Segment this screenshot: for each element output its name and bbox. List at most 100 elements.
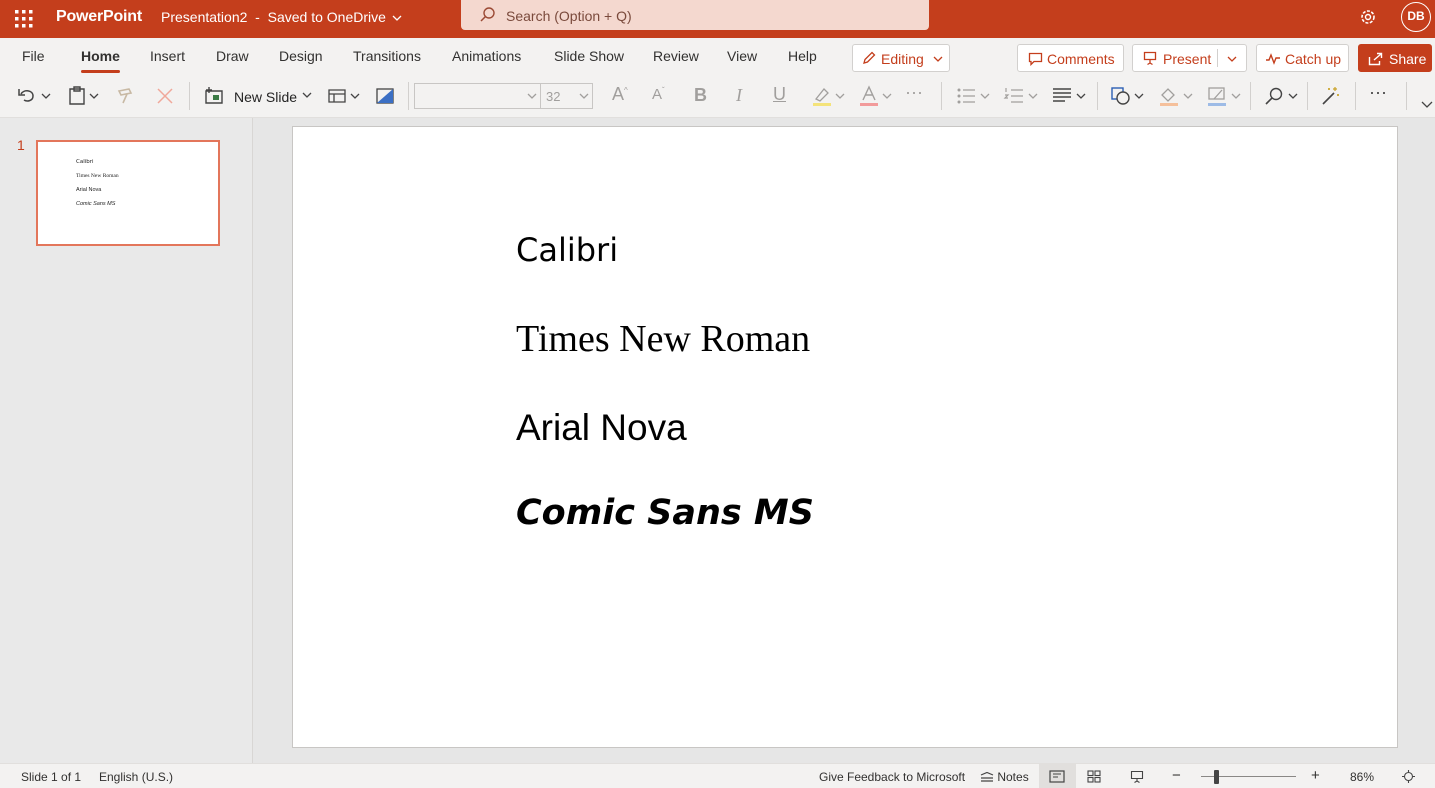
language-status[interactable]: English (U.S.) bbox=[99, 770, 173, 784]
chevron-down-icon[interactable] bbox=[350, 85, 360, 107]
avatar[interactable]: DB bbox=[1401, 2, 1431, 32]
bold-icon[interactable]: B bbox=[694, 85, 707, 106]
notes-button[interactable]: Notes bbox=[980, 770, 1029, 784]
editing-mode-button[interactable]: Editing bbox=[852, 44, 950, 72]
format-painter-icon[interactable] bbox=[115, 85, 137, 107]
slide[interactable]: Calibri Times New Roman Arial Nova Comic… bbox=[292, 126, 1398, 748]
numbering-icon[interactable] bbox=[1003, 85, 1025, 107]
zoom-slider-thumb[interactable] bbox=[1214, 770, 1219, 784]
zoom-in-button[interactable]: + bbox=[1311, 767, 1320, 784]
catch-up-button[interactable]: Catch up bbox=[1256, 44, 1349, 72]
designer-wand-icon[interactable] bbox=[1320, 85, 1342, 107]
slide-text-comic-sans[interactable]: Comic Sans MS bbox=[516, 493, 814, 533]
tab-home[interactable]: Home bbox=[81, 48, 120, 73]
chevron-down-icon[interactable] bbox=[1028, 85, 1038, 107]
reading-view-icon[interactable] bbox=[1130, 770, 1144, 784]
toolbar-separator bbox=[1406, 82, 1407, 110]
chevron-down-icon[interactable] bbox=[41, 85, 51, 107]
highlighter-icon[interactable] bbox=[811, 85, 833, 107]
chevron-down-icon bbox=[392, 15, 402, 21]
toolbar-separator bbox=[189, 82, 190, 110]
chevron-down-icon[interactable] bbox=[1227, 55, 1237, 63]
activity-icon bbox=[1266, 53, 1280, 65]
zoom-out-button[interactable]: − bbox=[1172, 767, 1181, 784]
present-icon bbox=[1143, 51, 1157, 66]
chevron-down-icon bbox=[302, 92, 312, 98]
more-font-options-icon[interactable]: ··· bbox=[905, 82, 923, 103]
chevron-down-icon[interactable] bbox=[89, 85, 99, 107]
decrease-font-size-icon[interactable]: Aˇ bbox=[652, 86, 665, 103]
tab-draw[interactable]: Draw bbox=[216, 48, 249, 64]
slide-text-times-new-roman[interactable]: Times New Roman bbox=[516, 317, 810, 361]
thumb-line: Comic Sans MS bbox=[76, 201, 116, 207]
paste-icon[interactable] bbox=[67, 85, 87, 107]
shape-fill-icon[interactable] bbox=[1158, 85, 1180, 107]
tab-file[interactable]: File bbox=[22, 48, 45, 64]
chevron-down-icon[interactable] bbox=[1288, 85, 1298, 107]
chevron-down-icon[interactable] bbox=[1076, 85, 1086, 107]
chevron-down-icon[interactable] bbox=[835, 85, 845, 107]
find-icon[interactable] bbox=[1263, 85, 1285, 107]
chevron-down-icon[interactable] bbox=[1231, 85, 1241, 107]
tab-review[interactable]: Review bbox=[653, 48, 699, 64]
settings-gear-icon[interactable] bbox=[1358, 7, 1378, 27]
tab-slide-show[interactable]: Slide Show bbox=[554, 48, 624, 64]
toolbar-separator bbox=[1097, 82, 1098, 110]
app-launcher-icon[interactable] bbox=[14, 9, 34, 29]
slide-editor-canvas: Calibri Times New Roman Arial Nova Comic… bbox=[253, 118, 1435, 763]
italic-icon[interactable]: I bbox=[736, 85, 742, 106]
share-button[interactable]: Share bbox=[1358, 44, 1432, 72]
toolbar-separator bbox=[408, 82, 409, 110]
chevron-down-icon[interactable] bbox=[1183, 85, 1193, 107]
slide-sorter-icon[interactable] bbox=[1087, 770, 1101, 783]
thumb-line: Times New Roman bbox=[76, 173, 119, 179]
undo-icon[interactable] bbox=[16, 85, 38, 107]
chevron-down-icon[interactable] bbox=[980, 85, 990, 107]
zoom-level[interactable]: 86% bbox=[1350, 770, 1374, 784]
thumb-line: Calibri bbox=[76, 159, 94, 165]
layout-icon[interactable] bbox=[327, 85, 347, 107]
bullets-icon[interactable] bbox=[955, 85, 977, 107]
slide-text-calibri[interactable]: Calibri bbox=[516, 231, 618, 269]
shape-outline-icon[interactable] bbox=[1206, 85, 1228, 107]
expand-ribbon-icon[interactable] bbox=[1421, 94, 1433, 116]
doc-name: Presentation2 bbox=[161, 9, 248, 25]
align-icon[interactable] bbox=[1051, 85, 1073, 107]
toolbar-separator bbox=[1307, 82, 1308, 110]
tab-animations[interactable]: Animations bbox=[452, 48, 521, 64]
chevron-down-icon[interactable] bbox=[1134, 85, 1144, 107]
font-name-select[interactable] bbox=[414, 83, 541, 109]
toolbar-separator bbox=[1250, 82, 1251, 110]
font-size-select[interactable]: 32 bbox=[540, 83, 593, 109]
format-background-icon[interactable] bbox=[375, 85, 395, 107]
chevron-down-icon bbox=[579, 93, 589, 99]
slide-thumbnail[interactable]: Calibri Times New Roman Arial Nova Comic… bbox=[36, 140, 220, 246]
font-color-icon[interactable] bbox=[858, 85, 880, 107]
shapes-icon[interactable] bbox=[1110, 85, 1132, 107]
app-name[interactable]: PowerPoint bbox=[56, 8, 142, 26]
comments-button[interactable]: Comments bbox=[1017, 44, 1124, 72]
tab-help[interactable]: Help bbox=[788, 48, 817, 64]
slide-text-arial-nova[interactable]: Arial Nova bbox=[516, 407, 687, 449]
clear-formatting-icon[interactable] bbox=[155, 85, 175, 107]
tab-design[interactable]: Design bbox=[279, 48, 323, 64]
search-input[interactable]: Search (Option + Q) bbox=[461, 0, 929, 30]
search-icon bbox=[480, 7, 495, 22]
fit-to-window-icon[interactable] bbox=[1402, 770, 1415, 783]
zoom-slider[interactable] bbox=[1201, 770, 1296, 784]
chevron-down-icon[interactable] bbox=[882, 85, 892, 107]
feedback-link[interactable]: Give Feedback to Microsoft bbox=[819, 770, 965, 784]
new-slide-button[interactable]: New Slide bbox=[203, 84, 315, 108]
font-size-value: 32 bbox=[546, 89, 561, 104]
tab-view[interactable]: View bbox=[727, 48, 757, 64]
document-title[interactable]: Presentation2 - Saved to OneDrive bbox=[161, 9, 402, 25]
increase-font-size-icon[interactable]: A^ bbox=[612, 84, 628, 105]
tab-transitions[interactable]: Transitions bbox=[353, 48, 421, 64]
underline-icon[interactable]: U bbox=[773, 84, 786, 105]
chevron-down-icon bbox=[527, 93, 537, 99]
present-button[interactable]: Present bbox=[1132, 44, 1247, 72]
slide-number: 1 bbox=[17, 137, 25, 153]
normal-view-button[interactable] bbox=[1039, 764, 1076, 788]
tab-insert[interactable]: Insert bbox=[150, 48, 185, 64]
more-options-icon[interactable]: ··· bbox=[1369, 82, 1387, 103]
